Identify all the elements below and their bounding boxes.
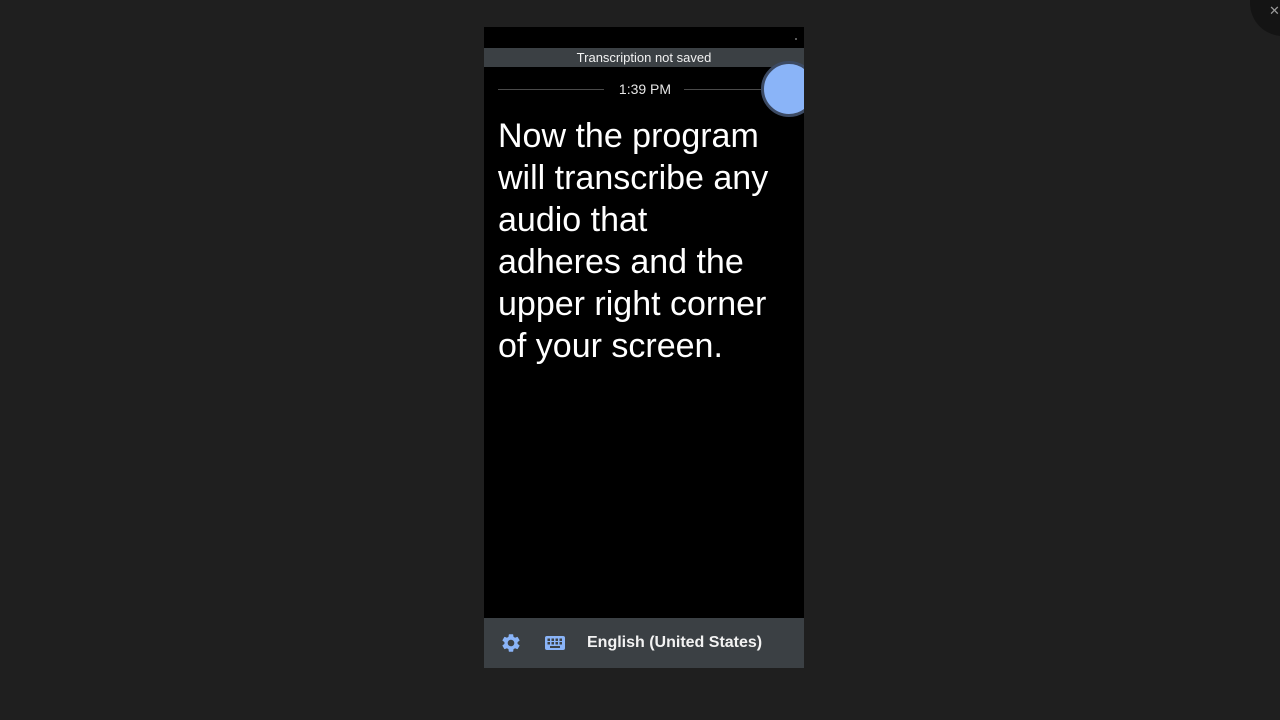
close-icon[interactable]: ✕	[1269, 3, 1280, 19]
timestamp-divider: 1:39 PM	[484, 79, 804, 99]
live-transcribe-app: Transcription not saved 1:39 PM Now the …	[484, 27, 804, 668]
timestamp-label: 1:39 PM	[618, 81, 672, 97]
transcript-text: Now the program will transcribe any audi…	[498, 117, 769, 365]
gear-icon	[502, 634, 520, 652]
screen: ✕ Transcription not saved 1:39 PM Now th…	[0, 0, 1280, 720]
listening-indicator[interactable]	[761, 61, 804, 117]
settings-button[interactable]	[500, 632, 522, 654]
bottom-toolbar: English (United States)	[484, 618, 804, 668]
keyboard-button[interactable]	[544, 634, 566, 652]
language-selector[interactable]: English (United States)	[587, 618, 762, 668]
keyboard-icon	[545, 636, 565, 650]
transcription-not-saved-banner: Transcription not saved	[484, 48, 804, 67]
status-indicator-dot	[795, 38, 797, 40]
divider-line-left	[498, 89, 604, 90]
status-bar	[484, 27, 804, 48]
